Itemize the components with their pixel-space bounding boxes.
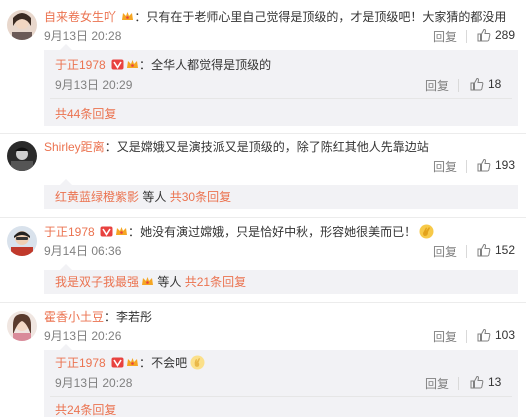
action-divider bbox=[466, 330, 467, 343]
action-divider bbox=[466, 30, 467, 43]
action-divider bbox=[466, 245, 467, 258]
like-count: 193 bbox=[495, 158, 516, 172]
comment-text: 李若彤 bbox=[116, 310, 153, 324]
reply-date: 9月13日 20:28 bbox=[55, 376, 133, 390]
username-link[interactable]: Shirley距离 bbox=[44, 140, 105, 154]
crown-badge-icon bbox=[126, 59, 139, 70]
username-link[interactable]: 于正1978 bbox=[55, 356, 106, 370]
like-button[interactable]: 18 bbox=[470, 77, 501, 91]
clap-emoji-icon bbox=[419, 224, 434, 239]
thumbs-up-icon bbox=[477, 328, 491, 342]
reply-divider bbox=[50, 396, 512, 397]
crown-badge-icon bbox=[126, 357, 139, 368]
reply-divider bbox=[50, 98, 512, 99]
comment-divider bbox=[0, 217, 526, 218]
reply-button[interactable]: 回复 bbox=[433, 28, 457, 45]
more-replies-link[interactable]: 红黄蓝绿橙紫影 等人 共30条回复 bbox=[55, 189, 231, 205]
like-count: 289 bbox=[495, 28, 516, 42]
comment-date: 9月13日 20:28 bbox=[44, 29, 122, 43]
comment-date: 9月14日 06:36 bbox=[44, 244, 122, 258]
username-link[interactable]: 于正1978 bbox=[55, 58, 106, 72]
action-divider bbox=[466, 160, 467, 173]
thumbs-up-icon bbox=[477, 158, 491, 172]
action-divider bbox=[458, 79, 459, 92]
avatar[interactable] bbox=[7, 226, 37, 256]
like-button[interactable]: 13 bbox=[470, 375, 501, 389]
comment-line: 自来卷女生吖 ：只有在于老师心里自己觉得是顶级的，才是顶级吧！大家猜的都没用 bbox=[44, 10, 507, 24]
vip-badge-icon bbox=[100, 226, 113, 237]
reply-button[interactable]: 回复 bbox=[433, 243, 457, 260]
reply-button[interactable]: 回复 bbox=[425, 77, 449, 94]
more-replies-link[interactable]: 共44条回复 bbox=[55, 106, 116, 122]
reply-text: 不会吧 bbox=[151, 356, 188, 370]
wave-emoji-icon bbox=[190, 355, 205, 370]
username-link[interactable]: 于正1978 bbox=[44, 225, 95, 239]
reply-button[interactable]: 回复 bbox=[433, 158, 457, 175]
action-divider bbox=[458, 377, 459, 390]
avatar[interactable] bbox=[7, 10, 37, 40]
reply-button[interactable]: 回复 bbox=[425, 375, 449, 392]
like-count: 152 bbox=[495, 243, 516, 257]
thumbs-up-icon bbox=[470, 375, 484, 389]
vip-badge-icon bbox=[111, 59, 124, 70]
avatar[interactable] bbox=[7, 141, 37, 171]
crown-badge-icon bbox=[115, 226, 128, 237]
comment-divider bbox=[0, 133, 526, 134]
username-link[interactable]: 霍香小土豆 bbox=[44, 310, 104, 324]
reply-line: 于正1978 ：全华人都觉得是顶级的 bbox=[55, 58, 272, 72]
comment-line: Shirley距离：又是嫦娥又是演技派又是顶级的，除了陈红其他人先靠边站 bbox=[44, 140, 429, 154]
like-count: 13 bbox=[488, 375, 502, 389]
crown-badge-icon bbox=[141, 276, 154, 287]
thumbs-up-icon bbox=[477, 28, 491, 42]
like-button[interactable]: 193 bbox=[477, 158, 515, 172]
comment-line: 于正1978 ：她没有演过嫦娥，只是恰好中秋，形容她很美而已！ bbox=[44, 224, 434, 240]
reply-date: 9月13日 20:29 bbox=[55, 78, 133, 92]
crown-badge-icon bbox=[121, 11, 134, 22]
thumbs-up-icon bbox=[470, 77, 484, 91]
like-button[interactable]: 103 bbox=[477, 328, 515, 342]
comment-divider bbox=[0, 302, 526, 303]
reply-text: 全华人都觉得是顶级的 bbox=[151, 58, 272, 72]
thumbs-up-icon bbox=[477, 243, 491, 257]
comment-date: 9月13日 20:26 bbox=[44, 329, 122, 343]
comment-text: 她没有演过嫦娥，只是恰好中秋，形容她很美而已！ bbox=[140, 225, 417, 239]
more-replies-link[interactable]: 共24条回复 bbox=[55, 402, 116, 417]
avatar[interactable] bbox=[7, 311, 37, 341]
vip-badge-icon bbox=[111, 357, 124, 368]
like-button[interactable]: 289 bbox=[477, 28, 515, 42]
reply-line: 于正1978 ：不会吧 bbox=[55, 355, 205, 371]
comment-line: 霍香小土豆：李若彤 bbox=[44, 310, 153, 324]
reply-button[interactable]: 回复 bbox=[433, 328, 457, 345]
comment-text: 又是嫦娥又是演技派又是顶级的，除了陈红其他人先靠边站 bbox=[116, 140, 429, 154]
username-link[interactable]: 自来卷女生吖 bbox=[44, 10, 116, 24]
like-count: 103 bbox=[495, 328, 516, 342]
like-button[interactable]: 152 bbox=[477, 243, 515, 257]
like-count: 18 bbox=[488, 77, 502, 91]
more-replies-link[interactable]: 我是双子我最强 等人 共21条回复 bbox=[55, 274, 246, 290]
comment-text: 只有在于老师心里自己觉得是顶级的，才是顶级吧！大家猜的都没用 bbox=[146, 10, 507, 24]
